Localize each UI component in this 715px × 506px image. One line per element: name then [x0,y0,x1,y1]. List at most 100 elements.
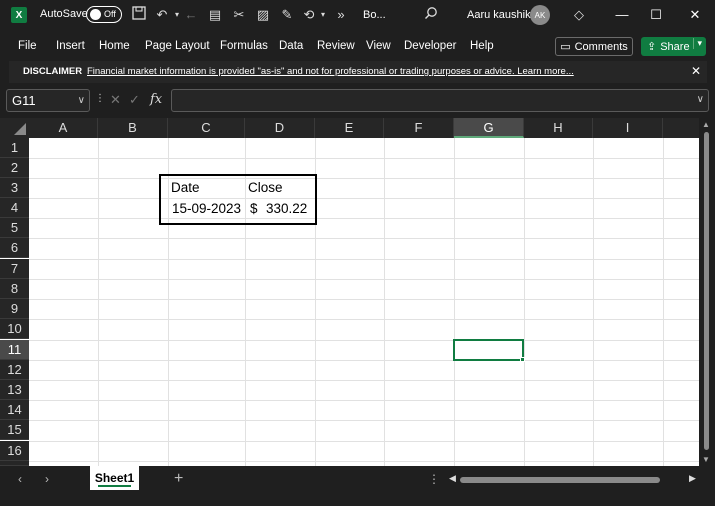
cell-c4[interactable]: 15-09-2023 [172,201,241,216]
sheet-tab-sheet1[interactable]: Sheet1 [90,466,139,490]
insert-function-icon[interactable]: fx [150,92,162,107]
scroll-left-icon[interactable]: ◀ [449,473,456,484]
column-header-g[interactable]: G [454,118,524,138]
column-header-b[interactable]: B [98,118,168,138]
add-sheet-button[interactable]: + [174,470,183,488]
picture-icon[interactable]: ▨ [254,6,272,24]
search-icon[interactable] [422,6,440,24]
row-header-5[interactable]: 5 [0,218,29,238]
share-button[interactable]: ⇪ Share ▾ [641,37,706,56]
tab-page-layout[interactable]: Page Layout [145,40,210,52]
column-header-h[interactable]: H [524,118,593,138]
document-title[interactable]: Bo... [363,9,386,21]
row-header-11[interactable]: 11 [0,340,29,360]
tab-review[interactable]: Review [317,40,355,52]
cell-d4-value[interactable]: 330.22 [266,201,307,216]
scroll-thumb[interactable] [704,132,709,450]
more-commands-icon[interactable]: » [332,6,350,24]
row-header-7[interactable]: 7 [0,259,29,279]
fill-dropdown-icon[interactable]: ▾ [314,6,332,24]
fill-handle[interactable] [520,357,525,362]
chevron-down-icon[interactable]: ∨ [697,94,704,105]
title-bar: X AutoSave Off ↶ ▾ ← ▤ ✂ ▨ ✎ ⟲ ▾ » Bo...… [0,0,715,30]
toggle-knob [90,9,101,20]
row-header-3[interactable]: 3 [0,178,29,198]
close-icon[interactable]: ✕ [691,64,701,78]
scroll-down-icon[interactable]: ▼ [702,455,710,464]
column-header-j-partial[interactable] [663,118,699,138]
tab-developer[interactable]: Developer [404,40,456,52]
gridline [29,158,699,159]
cut-icon[interactable]: ✂ [230,6,248,24]
select-all-corner[interactable] [0,118,29,138]
row-header-1[interactable]: 1 [0,138,29,158]
chevron-down-icon[interactable]: ▾ [693,38,702,49]
cell-d3[interactable]: Close [248,180,283,195]
tab-formulas[interactable]: Formulas [220,40,268,52]
column-header-f[interactable]: F [384,118,454,138]
next-sheet-icon[interactable]: › [45,472,49,486]
tab-help[interactable]: Help [470,40,494,52]
tab-file[interactable]: File [18,40,37,52]
row-header-13[interactable]: 13 [0,380,29,400]
row-header-15[interactable]: 15 [0,420,29,440]
name-box[interactable]: G11 ∨ [6,89,90,112]
autosave-label: AutoSave [40,8,88,20]
column-header-i[interactable]: I [593,118,663,138]
gridline [29,319,699,320]
row-header-12[interactable]: 12 [0,360,29,380]
horizontal-scroll-thumb[interactable] [460,477,660,483]
gridline [593,138,594,466]
tab-insert[interactable]: Insert [56,40,85,52]
row-header-9[interactable]: 9 [0,299,29,319]
scroll-right-icon[interactable]: ▶ [689,473,696,484]
confirm-icon[interactable]: ✓ [129,92,140,108]
gridline [29,279,699,280]
row-header-16[interactable]: 16 [0,441,29,461]
formula-buttons: ⋮ ✕ ✓ fx [95,89,167,112]
prev-sheet-icon[interactable]: ‹ [18,472,22,486]
save-icon[interactable] [130,6,148,24]
redo-icon[interactable]: ← [182,6,200,24]
paste-icon[interactable]: ▤ [206,6,224,24]
premium-diamond-icon[interactable]: ◇ [570,6,588,24]
close-window-icon[interactable]: ✕ [685,5,705,25]
tab-home[interactable]: Home [99,40,130,52]
row-header-8[interactable]: 8 [0,279,29,299]
comments-button[interactable]: ▭ Comments [555,37,633,56]
autosave-toggle[interactable]: Off [86,6,122,23]
avatar[interactable]: AK [530,5,550,25]
spreadsheet-grid[interactable]: A B C D E F G H I 1 2 3 4 5 6 7 8 9 10 1… [0,118,715,466]
disclaimer-bar: DISCLAIMER Financial market information … [9,61,707,83]
minimize-icon[interactable]: — [612,5,632,25]
formula-input[interactable]: ∨ [171,89,709,112]
format-painter-icon[interactable]: ✎ [278,6,296,24]
column-header-e[interactable]: E [315,118,384,138]
user-name[interactable]: Aaru kaushik [467,9,531,21]
disclaimer-link[interactable]: Financial market information is provided… [87,66,574,77]
row-header-10[interactable]: 10 [0,319,29,339]
column-header-c[interactable]: C [168,118,245,138]
scroll-up-icon[interactable]: ▲ [702,120,710,129]
gridline [29,461,699,462]
chevron-down-icon[interactable]: ∨ [78,90,85,111]
column-header-d[interactable]: D [245,118,315,138]
more-options-icon[interactable]: ⋮ [428,472,440,486]
cell-c3[interactable]: Date [171,180,200,195]
active-cell-g11[interactable] [453,339,525,362]
gridline [29,420,699,421]
row-header-14[interactable]: 14 [0,400,29,420]
tab-data[interactable]: Data [279,40,303,52]
maximize-icon[interactable]: ☐ [646,5,666,25]
column-header-a[interactable]: A [29,118,98,138]
row-header-4[interactable]: 4 [0,198,29,218]
row-header-6[interactable]: 6 [0,238,29,258]
more-options-icon[interactable]: ⋮ [95,93,105,104]
cancel-icon[interactable]: ✕ [110,92,121,108]
tab-view[interactable]: View [366,40,391,52]
gridline [29,198,699,199]
sheet-tabs-bar: ‹ › Sheet1 + ⋮ ◀ ▶ [0,466,715,494]
row-header-2[interactable]: 2 [0,158,29,178]
cell-d4-currency[interactable]: $ [250,201,258,216]
vertical-scrollbar[interactable]: ▲ ▼ [699,118,715,466]
